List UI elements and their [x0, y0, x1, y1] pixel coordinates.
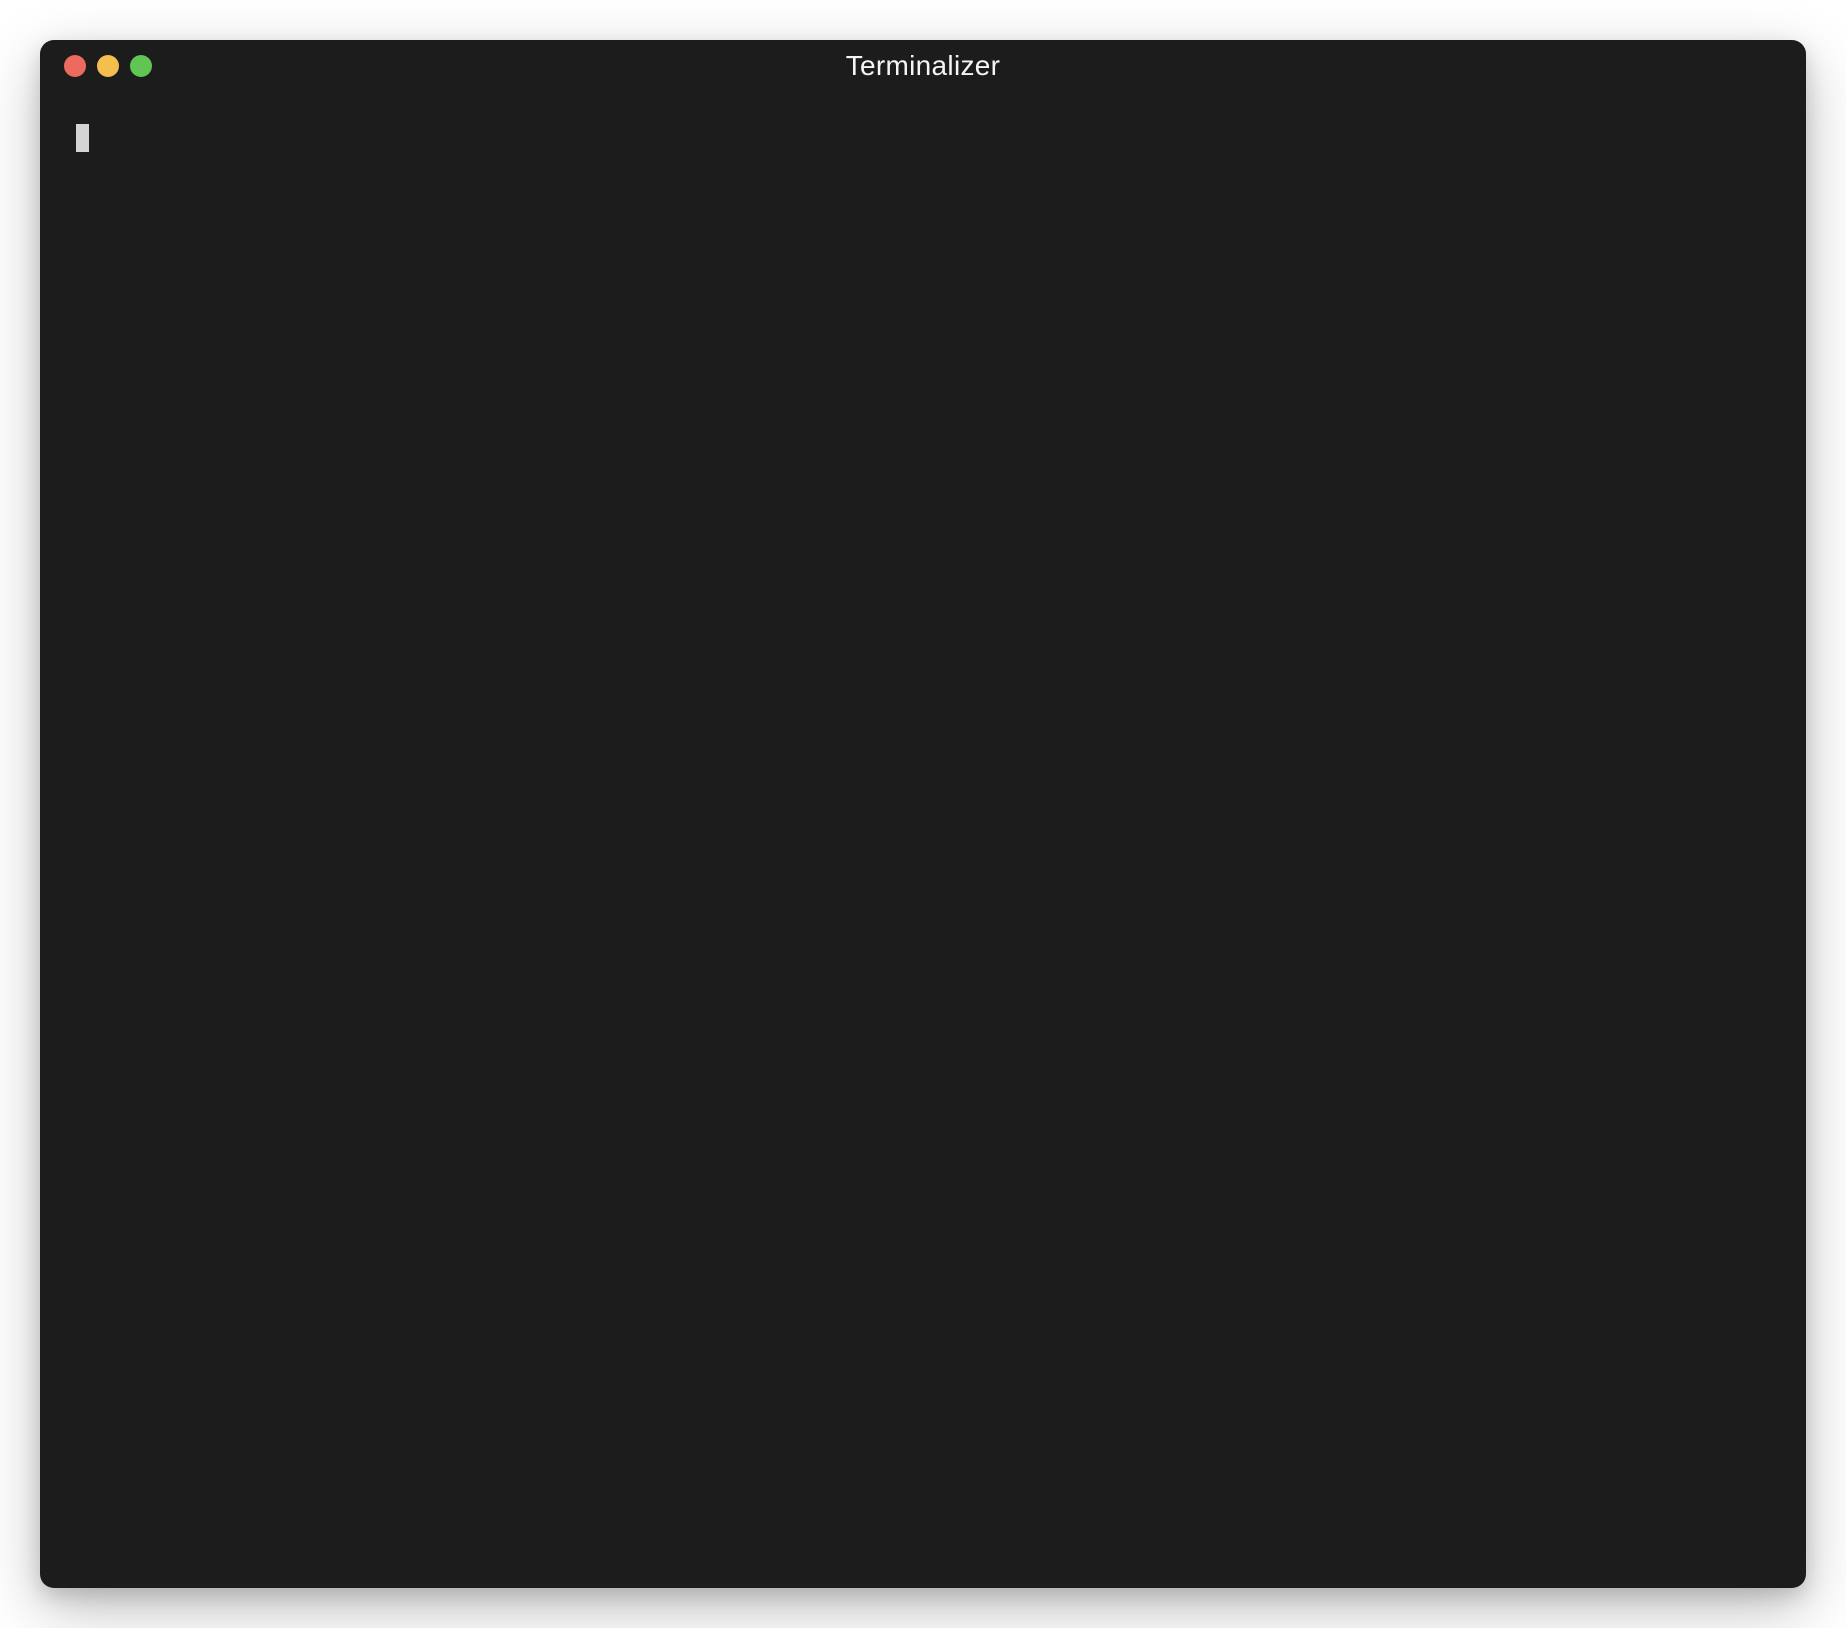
minimize-button[interactable]: [97, 55, 119, 77]
terminal-window: Terminalizer: [40, 40, 1806, 1588]
title-bar: Terminalizer: [40, 40, 1806, 92]
close-button[interactable]: [64, 55, 86, 77]
maximize-button[interactable]: [130, 55, 152, 77]
terminal-line: [76, 124, 1770, 152]
cursor-icon: [76, 124, 89, 152]
terminal-body[interactable]: [40, 92, 1806, 1588]
window-title: Terminalizer: [846, 50, 1001, 82]
traffic-lights: [64, 55, 152, 77]
